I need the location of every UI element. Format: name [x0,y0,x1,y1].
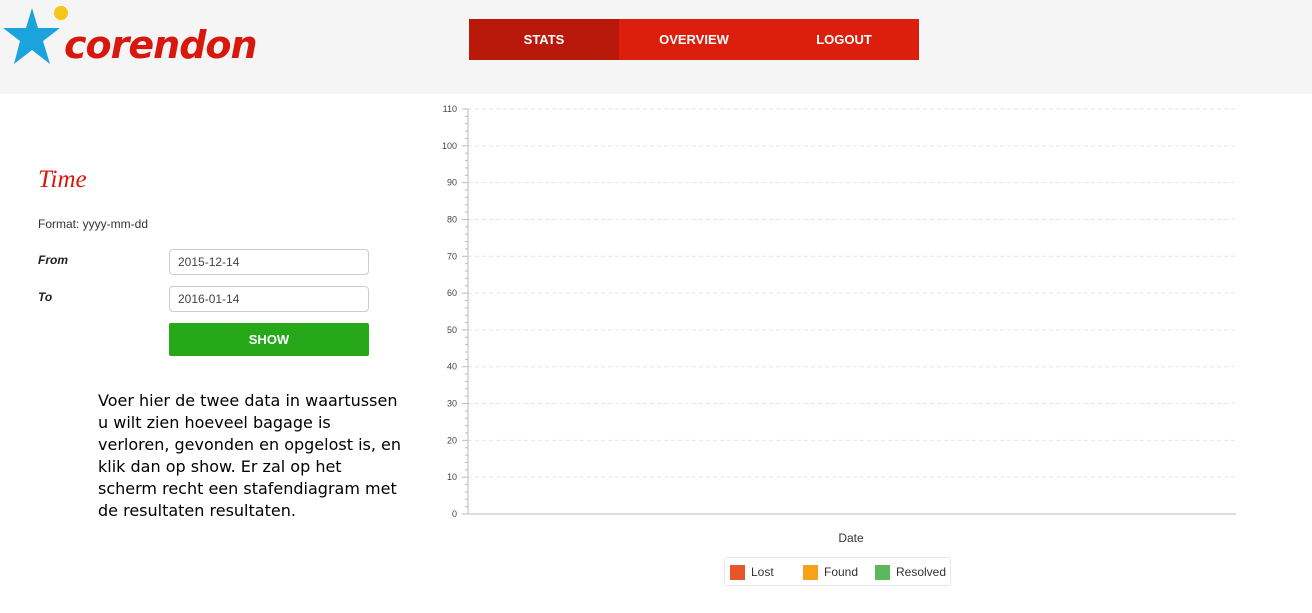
y-tick-label: 0 [452,509,457,519]
legend-lost-label: Lost [751,565,774,579]
logo-text: corendon [64,23,258,67]
y-tick-label: 10 [447,472,457,482]
nav-overview[interactable]: OVERVIEW [619,19,769,60]
x-axis-label: Date [838,531,864,545]
y-tick-label: 30 [447,399,457,409]
to-label: To [38,290,53,304]
legend-resolved-label: Resolved [896,565,947,579]
from-label: From [38,253,68,267]
y-tick-label: 90 [447,178,457,188]
header-bar: corendon STATS OVERVIEW LOGOUT [0,0,1312,94]
y-tick-label: 40 [447,362,457,372]
y-tick-label: 70 [447,251,457,261]
y-tick-label: 110 [443,104,457,114]
nav-stats[interactable]: STATS [469,19,619,60]
format-hint: Format: yyyy-mm-dd [38,217,149,231]
main-nav: STATS OVERVIEW LOGOUT [469,19,919,60]
legend-found-label: Found [824,565,859,579]
y-tick-label: 80 [447,214,457,224]
legend-found[interactable]: Found [803,564,858,580]
legend-resolved-swatch [875,564,890,580]
help-text: Voer hier de twee data in waartussen u w… [98,391,402,520]
y-tick-label: 50 [447,325,457,335]
to-date-input[interactable] [169,286,369,312]
legend-resolved[interactable]: Resolved [875,564,946,580]
time-title: Time [38,166,87,193]
y-tick-label: 60 [447,288,457,298]
nav-logout[interactable]: LOGOUT [769,19,919,60]
y-tick-label: 20 [447,435,457,445]
y-tick-label: 100 [442,141,457,151]
legend-lost[interactable]: Lost [730,564,774,580]
show-button[interactable]: SHOW [169,323,369,356]
from-date-input[interactable] [169,249,369,275]
legend-found-swatch [803,564,818,580]
legend-lost-swatch [730,564,745,580]
bar-chart: 0 10 20 30 40 50 60 70 80 90 100 110 Date [442,104,1236,545]
chart-legend: Lost Found Resolved [724,557,951,586]
